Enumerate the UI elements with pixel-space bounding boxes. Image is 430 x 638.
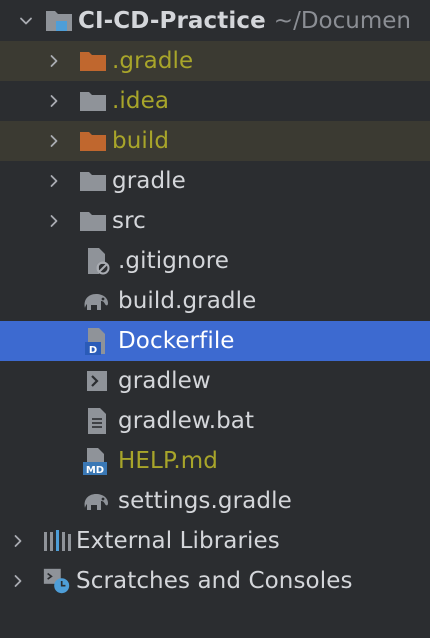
excluded-folder-icon bbox=[78, 47, 108, 75]
project-tree: CI-CD-Practice ~/Documen .gradle .idea b… bbox=[0, 0, 430, 638]
tree-item-label: src bbox=[112, 208, 146, 234]
tree-item-gitignore[interactable]: .gitignore bbox=[0, 241, 430, 281]
tree-item-gradle[interactable]: gradle bbox=[0, 161, 430, 201]
project-root-row[interactable]: CI-CD-Practice ~/Documen bbox=[0, 1, 430, 41]
project-name: CI-CD-Practice bbox=[78, 8, 266, 34]
tree-item-dot-gradle[interactable]: .gradle bbox=[0, 41, 430, 81]
tree-item-label: gradle bbox=[112, 168, 186, 194]
tree-item-gradlew-bat[interactable]: gradlew.bat bbox=[0, 401, 430, 441]
chevron-right-icon[interactable] bbox=[44, 91, 64, 111]
tree-item-build-gradle[interactable]: build.gradle bbox=[0, 281, 430, 321]
tree-item-label: build bbox=[112, 128, 170, 154]
gradle-elephant-icon bbox=[80, 487, 114, 515]
tree-item-dot-idea[interactable]: .idea bbox=[0, 81, 430, 121]
tree-item-dockerfile[interactable]: D Dockerfile bbox=[0, 321, 430, 361]
tree-item-label: .idea bbox=[112, 88, 170, 114]
chevron-right-icon[interactable] bbox=[44, 131, 64, 151]
chevron-right-icon[interactable] bbox=[8, 571, 28, 591]
tree-item-label: Dockerfile bbox=[118, 328, 235, 354]
tree-item-build[interactable]: build bbox=[0, 121, 430, 161]
terminal-script-icon bbox=[80, 367, 114, 395]
markdown-file-icon: MD bbox=[80, 447, 114, 476]
folder-icon bbox=[78, 207, 108, 235]
project-folder-icon bbox=[44, 7, 74, 35]
tree-item-label: Scratches and Consoles bbox=[76, 568, 353, 594]
tree-item-gradlew[interactable]: gradlew bbox=[0, 361, 430, 401]
folder-icon bbox=[78, 167, 108, 195]
excluded-folder-icon bbox=[78, 127, 108, 155]
dockerfile-badge-text: D bbox=[89, 345, 97, 356]
tree-item-help-md[interactable]: MD HELP.md bbox=[0, 441, 430, 481]
tree-item-settings-gradle[interactable]: settings.gradle bbox=[0, 481, 430, 521]
tree-item-label: .gradle bbox=[112, 48, 194, 74]
tree-item-label: gradlew.bat bbox=[118, 408, 255, 434]
tree-item-scratches-and-consoles[interactable]: Scratches and Consoles bbox=[0, 561, 430, 601]
chevron-right-icon[interactable] bbox=[8, 531, 28, 551]
chevron-right-icon[interactable] bbox=[44, 51, 64, 71]
library-icon bbox=[42, 527, 72, 555]
chevron-right-icon[interactable] bbox=[44, 211, 64, 231]
ignore-file-icon bbox=[80, 247, 114, 275]
tree-item-label: .gitignore bbox=[118, 248, 230, 274]
tree-item-label: gradlew bbox=[118, 368, 211, 394]
text-file-icon bbox=[80, 407, 114, 435]
dockerfile-icon: D bbox=[80, 327, 114, 356]
tree-item-label: HELP.md bbox=[118, 448, 218, 474]
tree-item-label: settings.gradle bbox=[118, 488, 292, 514]
tree-item-external-libraries[interactable]: External Libraries bbox=[0, 521, 430, 561]
chevron-down-icon[interactable] bbox=[16, 11, 36, 31]
tree-item-label: build.gradle bbox=[118, 288, 257, 314]
gradle-elephant-icon bbox=[80, 287, 114, 315]
tree-item-label: External Libraries bbox=[76, 528, 280, 554]
markdown-badge-text: MD bbox=[86, 465, 104, 476]
folder-icon bbox=[78, 87, 108, 115]
chevron-right-icon[interactable] bbox=[44, 171, 64, 191]
project-path: ~/Documen bbox=[273, 8, 411, 34]
scratches-clock-icon bbox=[42, 567, 72, 595]
tree-item-src[interactable]: src bbox=[0, 201, 430, 241]
